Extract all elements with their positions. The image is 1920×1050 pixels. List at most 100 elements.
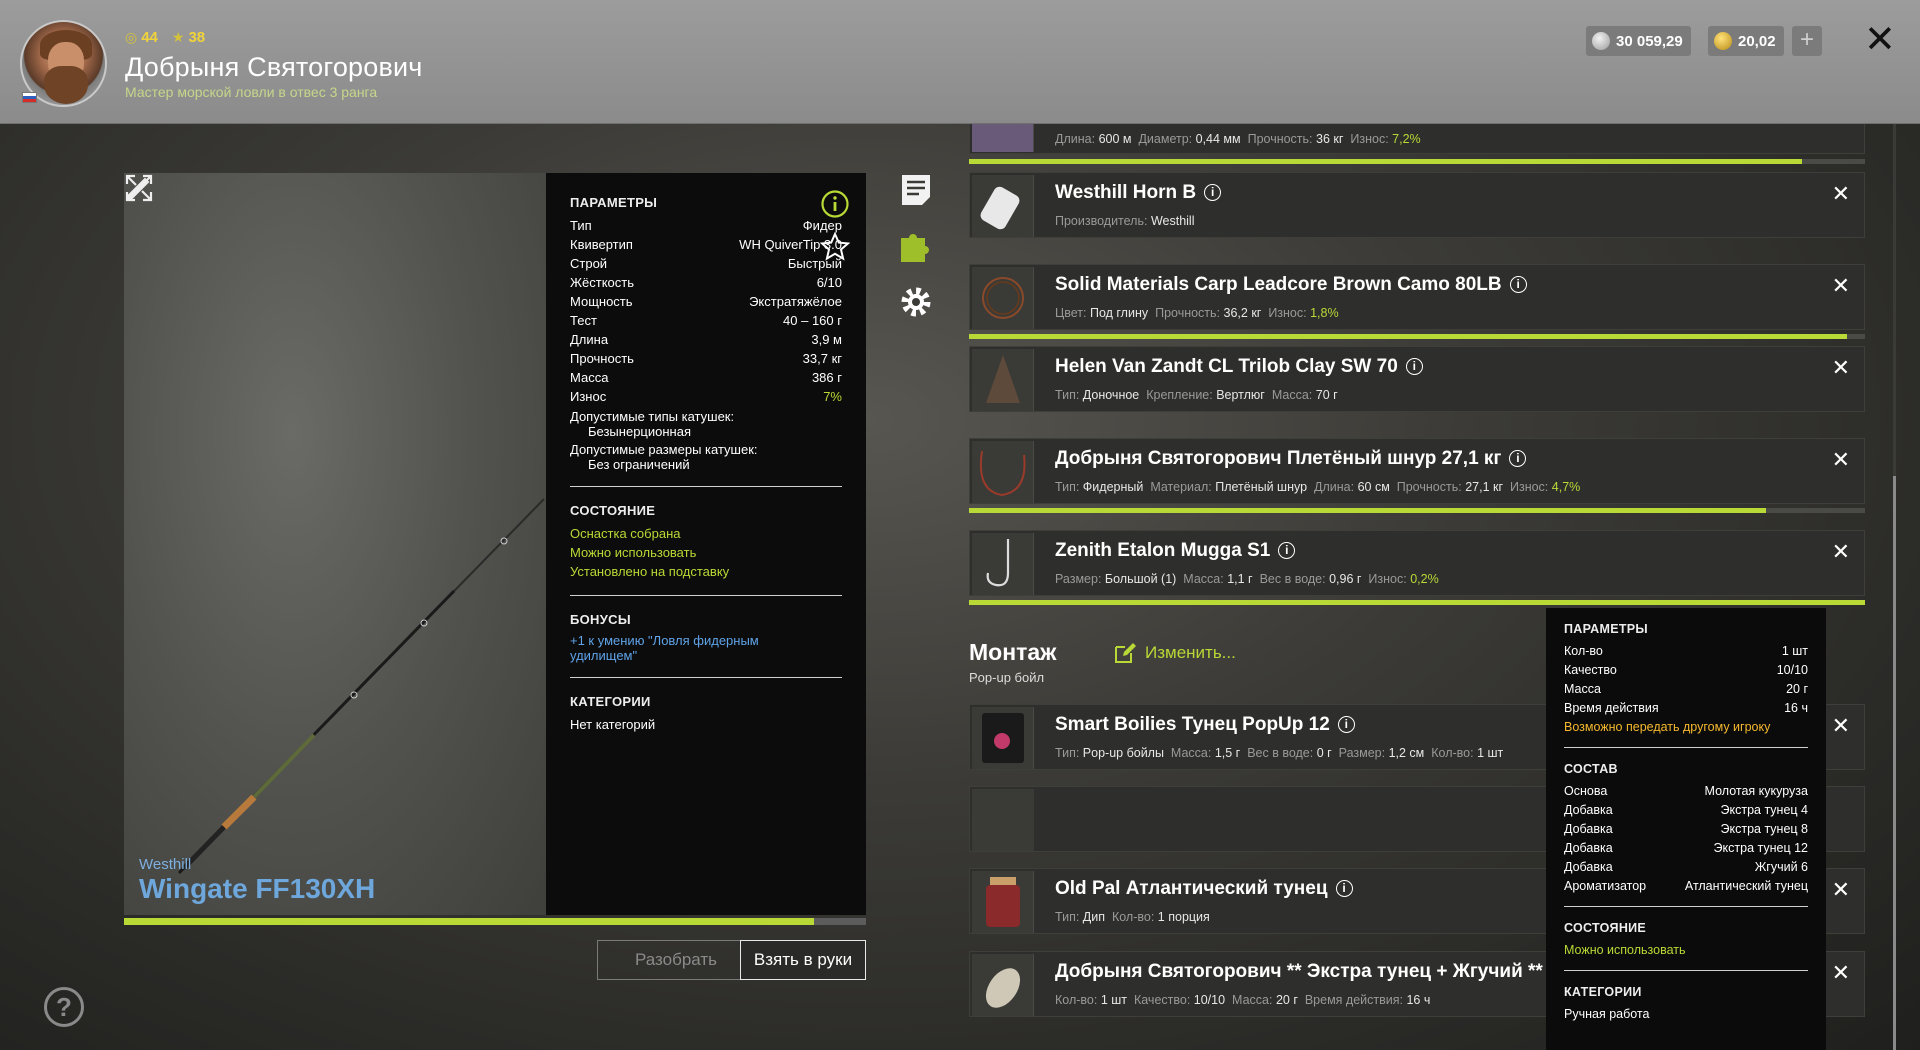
info-icon[interactable]: i	[1335, 880, 1353, 897]
info-icon[interactable]: i	[1509, 276, 1527, 293]
silver-balance: 30 059,29	[1586, 26, 1691, 56]
info-icon[interactable]: i	[1405, 358, 1423, 375]
change-rig-button[interactable]: Изменить...	[1113, 641, 1236, 665]
param-row: Добавка Жгучий 6	[1564, 858, 1808, 877]
document-icon[interactable]	[898, 172, 934, 208]
level-icon: ◎	[125, 29, 138, 45]
divider	[1564, 906, 1808, 907]
tooltip-params-list: Кол-во 1 шт Качество 10/10 Масса 20 г Время де…	[1564, 642, 1808, 718]
param-value: Экстра тунец 12	[1713, 841, 1808, 855]
param-label: Добавка	[1564, 841, 1613, 855]
rod-params-list: Тип Фидер Квивертип WH QuiverTip 3.0 Строй Бы…	[570, 216, 842, 406]
param-value: 33,7 кг	[802, 351, 842, 366]
remove-item-button[interactable]: ✕	[1832, 447, 1850, 473]
param-row: Тип Фидер	[570, 216, 842, 235]
list-item-hook[interactable]: Zenith Etalon Mugga S1 i Размер: Большой …	[969, 530, 1865, 596]
param-label: Добавка	[1564, 822, 1613, 836]
param-row: Добавка Экстра тунец 4	[1564, 801, 1808, 820]
list-item-sinker[interactable]: Helen Van Zandt CL Trilob Clay SW 70 i Ти…	[969, 346, 1865, 412]
russia-flag-icon	[22, 92, 37, 103]
info-icon[interactable]: i	[1278, 542, 1296, 559]
settings-gear-icon[interactable]	[898, 284, 934, 320]
param-value: Экстра тунец 4	[1720, 803, 1809, 817]
tooltip-state-value: Можно использовать	[1564, 943, 1686, 957]
gold-coin-icon	[1714, 32, 1732, 50]
info-icon[interactable]: i	[1337, 716, 1355, 733]
remove-item-button[interactable]: ✕	[1832, 355, 1850, 381]
param-value: 10/10	[1776, 663, 1808, 677]
param-row: Добавка Экстра тунец 8	[1564, 820, 1808, 839]
star-icon: ★	[171, 29, 185, 45]
param-label: Время действия	[1564, 701, 1659, 715]
remove-item-button[interactable]: ✕	[1832, 181, 1850, 207]
divider	[1564, 970, 1808, 971]
puzzle-icon[interactable]	[898, 228, 934, 264]
bonus-heading: БОНУСЫ	[570, 612, 631, 627]
reel-types: Допустимые типы катушек: Безынерционная	[570, 409, 735, 439]
rod-preview: Westhill Wingate FF130XH	[124, 173, 546, 915]
add-currency-button[interactable]: +	[1792, 26, 1822, 56]
param-value: 1 шт	[1781, 644, 1808, 658]
list-item-leadcore[interactable]: Solid Materials Carp Leadcore Brown Camo…	[969, 264, 1865, 330]
info-icon[interactable]: i	[1509, 450, 1527, 467]
param-label: Ароматизатор	[1564, 879, 1647, 893]
state-heading: СОСТОЯНИЕ	[570, 503, 656, 518]
param-row: Длина 3,9 м	[570, 330, 842, 349]
state-assembled: Оснастка собрана	[570, 526, 681, 541]
param-value: 3,9 м	[811, 332, 842, 347]
param-label: Добавка	[1564, 803, 1613, 817]
remove-item-button[interactable]: ✕	[1832, 877, 1850, 903]
level-badge: ◎ 44	[125, 29, 158, 46]
line-meta: Длина: 600 м Диаметр: 0,44 мм Прочность:…	[1055, 132, 1421, 146]
rod-wear-bar	[124, 918, 866, 925]
param-row: Время действия 16 ч	[1564, 699, 1808, 718]
param-value: Атлантический тунец	[1684, 879, 1808, 893]
braid-wear-bar	[969, 508, 1865, 513]
param-label: Мощность	[570, 294, 633, 309]
param-value: Экстра тунец 8	[1720, 822, 1809, 836]
list-item-line[interactable]: Длина: 600 м Диаметр: 0,44 мм Прочность:…	[969, 124, 1865, 154]
rank-stars: ★ 38	[171, 29, 206, 46]
params-heading: ПАРАМЕТРЫ	[570, 195, 658, 210]
disassemble-button[interactable]: Разобрать	[597, 940, 755, 980]
param-label: Добавка	[1564, 860, 1613, 874]
info-icon[interactable]	[820, 189, 850, 219]
help-icon[interactable]: ?	[44, 987, 84, 1027]
remove-item-button[interactable]: ✕	[1832, 960, 1850, 986]
param-label: Жёсткость	[570, 275, 634, 290]
param-value: Экстратяжёлое	[749, 294, 842, 309]
tooltip-categories-heading: КАТЕГОРИИ	[1564, 985, 1642, 999]
dip-jar-image	[972, 871, 1034, 933]
boilie-bag-image	[972, 707, 1034, 769]
hook-image	[972, 533, 1034, 595]
favorite-star-icon[interactable]	[820, 232, 850, 262]
line-spool-image	[972, 124, 1034, 152]
player-rank: Мастер морской ловли в отвес 3 ранга	[125, 84, 378, 100]
close-button[interactable]: ✕	[1864, 20, 1896, 60]
param-label: Длина	[570, 332, 609, 347]
param-value: 20 г	[1786, 682, 1808, 696]
param-row: Кол-во 1 шт	[1564, 642, 1808, 661]
gold-balance: 20,02	[1708, 26, 1784, 56]
list-item-braided-leader[interactable]: Добрыня Святогорович Плетёный шнур 27,1 …	[969, 438, 1865, 504]
info-icon[interactable]: i	[1204, 184, 1222, 201]
param-row: Квивертип WH QuiverTip 3.0	[570, 235, 842, 254]
param-label: Тип	[570, 218, 592, 233]
divider	[1564, 747, 1808, 748]
remove-item-button[interactable]: ✕	[1832, 539, 1850, 565]
line-wear-bar	[969, 159, 1865, 164]
param-value: 7%	[823, 389, 842, 404]
remove-item-button[interactable]: ✕	[1832, 273, 1850, 299]
leadcore-image	[972, 267, 1034, 329]
rod-illustration	[177, 498, 545, 875]
edit-icon	[1115, 643, 1136, 663]
divider	[570, 595, 842, 596]
rod-brand: Westhill	[139, 856, 192, 873]
paint-brush-icon[interactable]	[124, 173, 154, 203]
list-item-bite-alarm[interactable]: Westhill Horn Bi Производитель: Westhill…	[969, 172, 1865, 238]
item-tooltip: ПАРАМЕТРЫ Кол-во 1 шт Качество 10/10 Масса 20…	[1546, 608, 1826, 1050]
remove-item-button[interactable]: ✕	[1832, 713, 1850, 739]
take-in-hands-button[interactable]: Взять в руки	[740, 940, 866, 980]
scrollbar-thumb[interactable]	[1893, 476, 1896, 1050]
param-label: Строй	[570, 256, 608, 271]
